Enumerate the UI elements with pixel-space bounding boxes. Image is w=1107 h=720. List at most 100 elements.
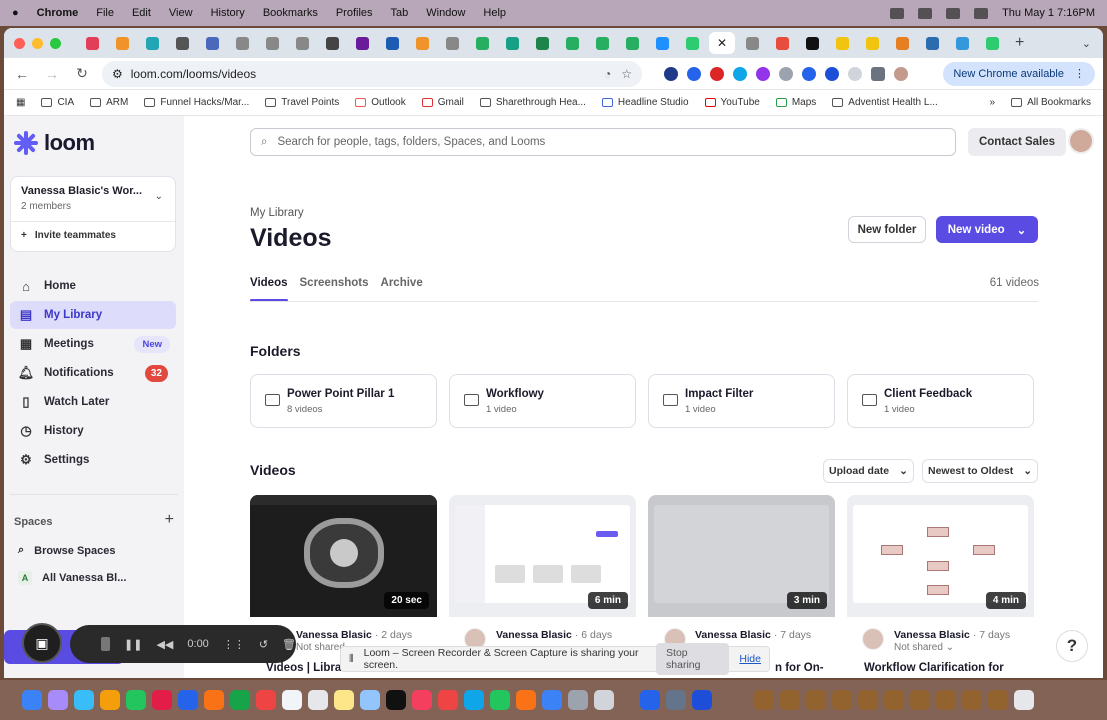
extension-icon[interactable] bbox=[710, 66, 724, 81]
tab[interactable] bbox=[529, 32, 555, 54]
minimized-window-icon[interactable] bbox=[780, 690, 800, 710]
video-author[interactable]: Vanessa Blasic · 6 days bbox=[496, 629, 612, 641]
apps-grid-icon[interactable]: ▦ bbox=[16, 97, 25, 108]
restart-icon[interactable]: ↺ bbox=[259, 638, 268, 651]
chevron-down-icon[interactable]: ⌄ bbox=[155, 191, 163, 202]
tab[interactable] bbox=[619, 32, 645, 54]
numbers-icon[interactable] bbox=[490, 690, 510, 710]
menu-edit[interactable]: Edit bbox=[132, 7, 151, 19]
video-title[interactable]: Workflow Clarification for bbox=[864, 662, 1004, 674]
camera-toggle-button[interactable]: ▣ bbox=[22, 623, 62, 663]
sidebar-item-history[interactable]: ◷ History bbox=[10, 417, 176, 445]
new-tab-button[interactable]: + bbox=[1015, 34, 1024, 52]
mail-icon[interactable] bbox=[640, 690, 660, 710]
menubar-clock[interactable]: Thu May 1 7:16PM bbox=[1002, 7, 1095, 19]
tab[interactable] bbox=[499, 32, 525, 54]
sidebar-item-my-library[interactable]: ▤ My Library bbox=[10, 301, 176, 329]
tab[interactable] bbox=[859, 32, 885, 54]
tab[interactable] bbox=[949, 32, 975, 54]
app-store-icon[interactable] bbox=[178, 690, 198, 710]
video-author[interactable]: Vanessa Blasic · 7 days bbox=[894, 629, 1010, 641]
menu-window[interactable]: Window bbox=[426, 7, 465, 19]
tab[interactable] bbox=[139, 32, 165, 54]
menu-tab[interactable]: Tab bbox=[391, 7, 409, 19]
pause-icon[interactable]: ❚❚ bbox=[124, 638, 142, 651]
trash-icon[interactable] bbox=[1014, 690, 1034, 710]
tab[interactable] bbox=[259, 32, 285, 54]
invite-teammates-button[interactable]: + Invite teammates bbox=[21, 230, 116, 241]
extension-icon[interactable] bbox=[802, 66, 816, 81]
hide-notice-link[interactable]: Hide bbox=[739, 653, 761, 665]
tab[interactable] bbox=[919, 32, 945, 54]
bookmark-item[interactable]: Funnel Hacks/Mar... bbox=[144, 97, 249, 108]
tab[interactable] bbox=[799, 32, 825, 54]
launchpad-icon[interactable] bbox=[48, 690, 68, 710]
tab[interactable] bbox=[829, 32, 855, 54]
battery-icon[interactable] bbox=[890, 7, 905, 19]
pages-icon[interactable] bbox=[516, 690, 536, 710]
menu-profiles[interactable]: Profiles bbox=[336, 7, 373, 19]
tab[interactable] bbox=[109, 32, 135, 54]
bookmark-item[interactable]: ARM bbox=[90, 97, 128, 108]
tab[interactable] bbox=[769, 32, 795, 54]
photos-icon[interactable] bbox=[204, 690, 224, 710]
bookmark-item[interactable]: Maps bbox=[775, 97, 816, 108]
bookmark-star-icon[interactable]: ☆ bbox=[621, 67, 632, 81]
loom-logo[interactable]: loom bbox=[14, 130, 95, 156]
minimized-window-icon[interactable] bbox=[806, 690, 826, 710]
calendar-icon[interactable] bbox=[256, 690, 276, 710]
folder-card[interactable]: Impact Filter 1 video bbox=[648, 374, 835, 428]
performance-icon[interactable]: ◔ bbox=[604, 67, 611, 81]
tab[interactable] bbox=[559, 32, 585, 54]
music-icon[interactable] bbox=[412, 690, 432, 710]
tab[interactable] bbox=[319, 32, 345, 54]
tab[interactable] bbox=[679, 32, 705, 54]
extension-icon[interactable] bbox=[825, 66, 839, 81]
profile-avatar[interactable] bbox=[894, 66, 908, 81]
tab[interactable] bbox=[79, 32, 105, 54]
space-item[interactable]: A All Vanessa Bl... bbox=[18, 571, 126, 585]
chrome-icon[interactable] bbox=[100, 690, 120, 710]
new-chrome-available-button[interactable]: New Chrome available ⋮ bbox=[943, 61, 1095, 86]
video-author[interactable]: Vanessa Blasic · 7 days bbox=[695, 629, 811, 641]
drag-handle-icon[interactable]: ⦀ bbox=[349, 653, 354, 666]
sort-order-dropdown[interactable]: Newest to Oldest ⌄ bbox=[922, 459, 1038, 483]
minimized-window-icon[interactable] bbox=[754, 690, 774, 710]
screen-sharing-icon[interactable] bbox=[666, 690, 686, 710]
add-space-button[interactable]: + bbox=[165, 511, 174, 529]
tab[interactable] bbox=[739, 32, 765, 54]
stop-recording-button[interactable] bbox=[101, 637, 111, 651]
minimize-window-button[interactable] bbox=[32, 37, 43, 49]
safari-icon[interactable] bbox=[74, 690, 94, 710]
menu-help[interactable]: Help bbox=[483, 7, 506, 19]
video-thumbnail[interactable]: 3 min bbox=[648, 495, 835, 617]
minimized-window-icon[interactable] bbox=[936, 690, 956, 710]
video-thumbnail[interactable]: 4 min bbox=[847, 495, 1034, 617]
bookmark-item[interactable]: YouTube bbox=[704, 97, 760, 108]
tab[interactable] bbox=[229, 32, 255, 54]
user-avatar[interactable] bbox=[1068, 128, 1094, 154]
bookmark-item[interactable]: Gmail bbox=[421, 97, 464, 108]
minimized-window-icon[interactable] bbox=[988, 690, 1008, 710]
tab[interactable] bbox=[349, 32, 375, 54]
control-center-icon[interactable] bbox=[974, 7, 989, 19]
tab[interactable] bbox=[439, 32, 465, 54]
tab[interactable] bbox=[169, 32, 195, 54]
back-button[interactable]: ← bbox=[12, 66, 32, 82]
messages-icon[interactable] bbox=[126, 690, 146, 710]
minimized-window-icon[interactable] bbox=[910, 690, 930, 710]
stop-sharing-button[interactable]: Stop sharing bbox=[656, 643, 730, 675]
zoom-icon[interactable] bbox=[692, 690, 712, 710]
reminders-icon[interactable] bbox=[308, 690, 328, 710]
close-window-button[interactable] bbox=[14, 37, 25, 49]
wifi-icon[interactable] bbox=[918, 7, 933, 19]
site-info-icon[interactable]: ⚙ bbox=[112, 67, 123, 81]
more-bookmarks-chevron-icon[interactable]: » bbox=[990, 97, 996, 108]
minimized-window-icon[interactable] bbox=[832, 690, 852, 710]
help-button[interactable]: ? bbox=[1056, 630, 1088, 662]
video-thumbnail[interactable]: 6 min bbox=[449, 495, 636, 617]
menu-bookmarks[interactable]: Bookmarks bbox=[263, 7, 318, 19]
tab[interactable] bbox=[589, 32, 615, 54]
bookmark-item[interactable]: Travel Points bbox=[265, 97, 339, 108]
sharing-status[interactable]: Not shared ⌄ bbox=[894, 642, 954, 653]
